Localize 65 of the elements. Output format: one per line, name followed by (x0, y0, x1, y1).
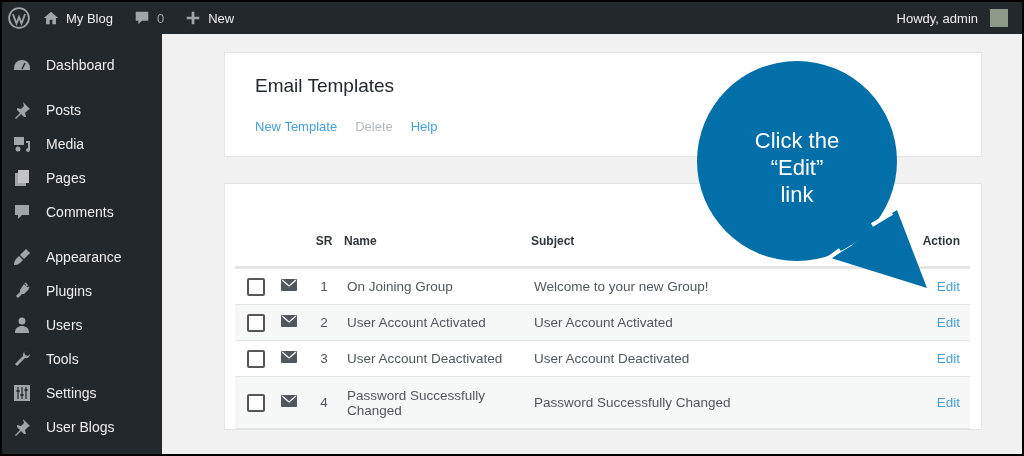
sidebar-label: Posts (46, 102, 81, 118)
sidebar-label: Media (46, 136, 85, 152)
avatar-icon (990, 9, 1008, 27)
row-checkbox[interactable] (247, 349, 265, 368)
page-title: Email Templates (255, 75, 396, 97)
paintbrush-icon (12, 247, 32, 267)
user-icon (12, 315, 32, 335)
sidebar-label: Plugins (46, 283, 92, 299)
template-subject: User Account Activated (534, 315, 673, 330)
column-header: Subject (531, 234, 575, 248)
sliders-icon (12, 383, 32, 403)
comments-link[interactable]: 0 (124, 2, 173, 34)
wordpress-logo-icon[interactable] (8, 7, 30, 29)
sidebar-item[interactable]: Users (2, 308, 162, 342)
envelope-icon (281, 315, 297, 327)
sidebar-label: Settings (46, 385, 97, 401)
comment-count: 0 (156, 10, 165, 26)
sidebar-item[interactable]: Plugins (2, 274, 162, 308)
sidebar-item[interactable]: Tools (2, 342, 162, 376)
sidebar-label: Dashboard (46, 57, 115, 73)
account-link[interactable]: Howdy, admin (888, 2, 1016, 34)
new-link[interactable]: New (176, 2, 243, 34)
site-name: My Blog (66, 10, 113, 26)
template-name: User Account Deactivated (347, 351, 504, 366)
home-icon (42, 9, 60, 27)
template-subject: User Account Deactivated (534, 351, 690, 366)
template-subject: Password Successfully Changed (534, 395, 731, 410)
column-header: Action (922, 234, 960, 248)
template-subject: Welcome to your new Group! (534, 279, 709, 294)
sidebar-label: Appearance (46, 249, 122, 265)
envelope-icon (281, 395, 297, 407)
sidebar-item[interactable]: Posts (2, 93, 162, 127)
sidebar-item[interactable]: Pages (2, 161, 162, 195)
sidebar-label: User Blogs (46, 419, 115, 435)
template-name: User Account Activated (347, 315, 487, 330)
sidebar-label: Comments (46, 204, 114, 220)
row-checkbox[interactable] (247, 393, 265, 412)
column-header: SR (315, 234, 333, 248)
template-name: Password Successfully Changed (347, 387, 487, 418)
site-name-link[interactable]: My Blog (34, 2, 121, 34)
sidebar-label: Pages (46, 170, 86, 186)
new-label: New (208, 10, 235, 26)
sidebar-label: Users (46, 317, 83, 333)
row-number: 2 (320, 315, 328, 330)
sidebar-item[interactable]: Dashboard (2, 48, 162, 82)
column-header: Name (344, 234, 377, 248)
pages-icon (12, 168, 32, 188)
speech-bubble-icon (12, 202, 32, 222)
media-icon (12, 134, 32, 154)
sidebar-label: Tools (46, 351, 79, 367)
sidebar-item[interactable]: Appearance (2, 240, 162, 274)
template-name: On Joining Group (347, 279, 454, 294)
sidebar-item[interactable]: Settings (2, 376, 162, 410)
row-number: 4 (320, 395, 328, 410)
greeting: Howdy, admin (896, 10, 978, 26)
envelope-icon (281, 279, 297, 291)
row-number: 1 (320, 279, 328, 294)
row-checkbox[interactable] (247, 277, 265, 296)
sidebar-item[interactable]: Comments (2, 195, 162, 229)
callout-text: Click the “Edit” link (753, 127, 841, 208)
row-number: 3 (320, 351, 328, 366)
envelope-icon (281, 351, 297, 363)
sidebar-item[interactable]: User Blogs (2, 410, 162, 444)
row-checkbox[interactable] (247, 313, 265, 332)
sidebar-item[interactable]: Media (2, 127, 162, 161)
